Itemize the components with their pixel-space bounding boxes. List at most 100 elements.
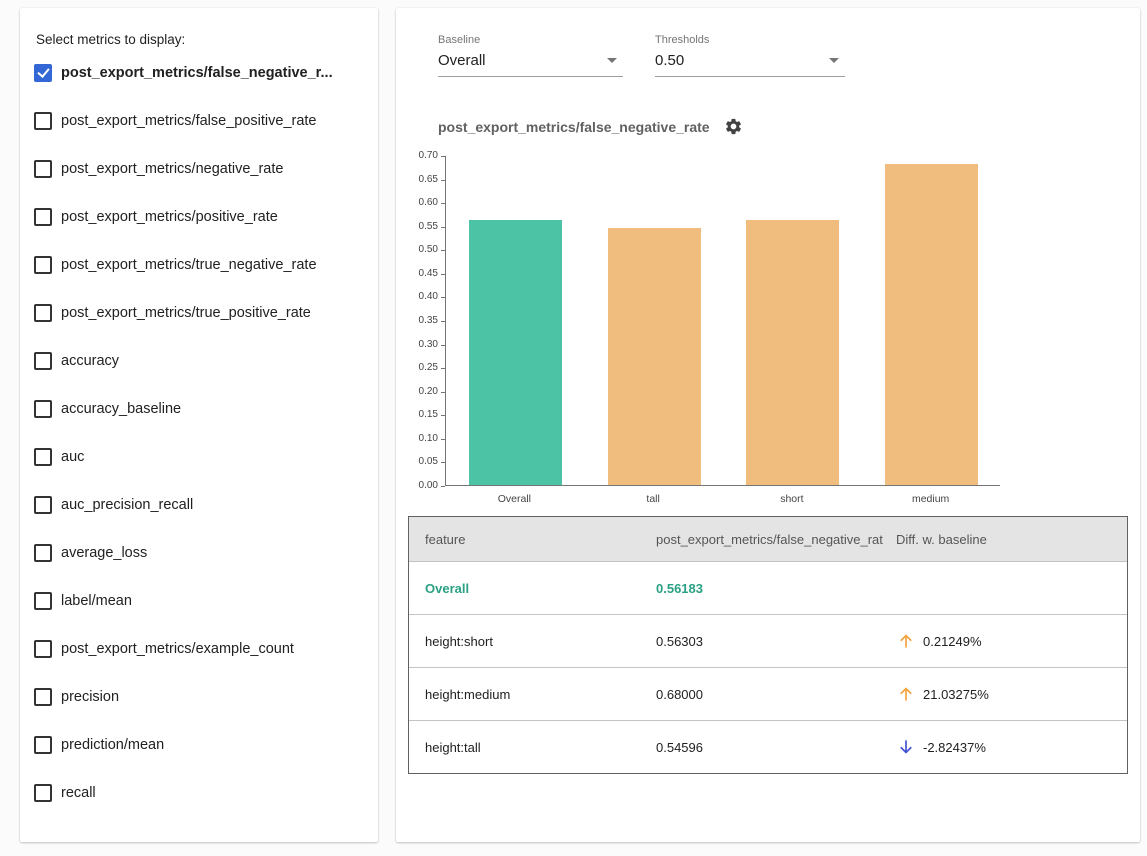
table-row: height:tall0.54596-2.82437% bbox=[409, 720, 1127, 773]
y-axis-tick-label: 0.45 bbox=[396, 268, 441, 279]
metric-checkbox-item[interactable]: accuracy_baseline bbox=[34, 385, 364, 433]
y-axis-tick-label: 0.55 bbox=[396, 221, 441, 232]
value-cell: 0.54596 bbox=[656, 740, 884, 755]
metric-label: average_loss bbox=[61, 545, 147, 561]
diff-value: -2.82437% bbox=[923, 740, 986, 755]
baseline-dropdown[interactable]: Overall bbox=[438, 52, 623, 77]
checkbox-unchecked-icon[interactable] bbox=[34, 256, 52, 274]
metric-selector-panel: Select metrics to display: post_export_m… bbox=[20, 8, 378, 842]
metric-label: precision bbox=[61, 689, 119, 705]
metric-checkbox-item[interactable]: recall bbox=[34, 769, 364, 817]
y-axis-tick-label: 0.30 bbox=[396, 339, 441, 350]
metric-label: post_export_metrics/example_count bbox=[61, 641, 294, 657]
checkbox-unchecked-icon[interactable] bbox=[34, 400, 52, 418]
metric-checkbox-item[interactable]: precision bbox=[34, 673, 364, 721]
y-axis-tick-mark bbox=[441, 250, 445, 251]
metric-checkbox-item[interactable]: accuracy bbox=[34, 337, 364, 385]
thresholds-dropdown-group: Thresholds 0.50 bbox=[655, 34, 845, 77]
metric-checkbox-item[interactable]: post_export_metrics/example_count bbox=[34, 625, 364, 673]
metric-checkbox-item[interactable]: post_export_metrics/true_negative_rate bbox=[34, 241, 364, 289]
feature-cell: Overall bbox=[409, 581, 656, 596]
x-axis-label: short bbox=[780, 493, 803, 505]
thresholds-dropdown[interactable]: 0.50 bbox=[655, 52, 845, 77]
y-axis-tick-label: 0.70 bbox=[396, 150, 441, 161]
y-axis-tick-mark bbox=[441, 486, 445, 487]
metric-checkbox-item[interactable]: prediction/mean bbox=[34, 721, 364, 769]
y-axis-tick-mark bbox=[441, 368, 445, 369]
checkbox-unchecked-icon[interactable] bbox=[34, 688, 52, 706]
feature-cell: height:medium bbox=[409, 687, 656, 702]
y-axis-tick-label: 0.65 bbox=[396, 174, 441, 185]
metric-label: accuracy bbox=[61, 353, 119, 369]
checkbox-unchecked-icon[interactable] bbox=[34, 304, 52, 322]
table-header-row: featurepost_export_metrics/false_negativ… bbox=[409, 517, 1127, 561]
chart-header: post_export_metrics/false_negative_rate bbox=[438, 117, 1140, 136]
baseline-selected-value: Overall bbox=[438, 52, 486, 69]
metric-list: post_export_metrics/false_negative_r...p… bbox=[34, 49, 364, 817]
metric-checkbox-item[interactable]: auc_precision_recall bbox=[34, 481, 364, 529]
y-axis-tick-label: 0.15 bbox=[396, 409, 441, 420]
arrow-up-icon bbox=[896, 631, 916, 651]
baseline-label: Baseline bbox=[438, 34, 623, 46]
metric-checkbox-item[interactable]: post_export_metrics/false_positive_rate bbox=[34, 97, 364, 145]
diff-cell: -2.82437% bbox=[884, 737, 1127, 757]
table-header-cell: Diff. w. baseline bbox=[884, 532, 1127, 547]
checkbox-unchecked-icon[interactable] bbox=[34, 112, 52, 130]
checkbox-checked-icon[interactable] bbox=[34, 64, 52, 82]
y-axis-tick-mark bbox=[441, 227, 445, 228]
checkbox-unchecked-icon[interactable] bbox=[34, 544, 52, 562]
arrow-up-icon bbox=[896, 684, 916, 704]
y-axis-tick-label: 0.10 bbox=[396, 433, 441, 444]
metric-label: post_export_metrics/negative_rate bbox=[61, 161, 283, 177]
checkbox-unchecked-icon[interactable] bbox=[34, 592, 52, 610]
metric-checkbox-item[interactable]: post_export_metrics/true_positive_rate bbox=[34, 289, 364, 337]
y-axis-tick-mark bbox=[441, 439, 445, 440]
checkbox-unchecked-icon[interactable] bbox=[34, 640, 52, 658]
metric-label: auc_precision_recall bbox=[61, 497, 193, 513]
metric-checkbox-item[interactable]: average_loss bbox=[34, 529, 364, 577]
diff-value: 0.21249% bbox=[923, 634, 982, 649]
y-axis-tick-mark bbox=[441, 156, 445, 157]
y-axis-tick-mark bbox=[441, 297, 445, 298]
results-panel: Baseline Overall Thresholds 0.50 post_ex… bbox=[396, 8, 1140, 842]
checkbox-unchecked-icon[interactable] bbox=[34, 208, 52, 226]
bar-short[interactable] bbox=[746, 220, 839, 485]
bar-medium[interactable] bbox=[885, 164, 978, 485]
metric-checkbox-item[interactable]: post_export_metrics/negative_rate bbox=[34, 145, 364, 193]
checkbox-unchecked-icon[interactable] bbox=[34, 784, 52, 802]
bar-tall[interactable] bbox=[608, 228, 701, 485]
chart-title: post_export_metrics/false_negative_rate bbox=[438, 119, 710, 135]
y-axis-tick-mark bbox=[441, 180, 445, 181]
y-axis-tick-label: 0.00 bbox=[396, 480, 441, 491]
metric-checkbox-item[interactable]: post_export_metrics/false_negative_r... bbox=[34, 49, 364, 97]
metric-checkbox-item[interactable]: post_export_metrics/positive_rate bbox=[34, 193, 364, 241]
y-axis-tick-label: 0.40 bbox=[396, 291, 441, 302]
controls-row: Baseline Overall Thresholds 0.50 bbox=[438, 34, 1140, 77]
diff-cell: 0.21249% bbox=[884, 631, 1127, 651]
thresholds-label: Thresholds bbox=[655, 34, 845, 46]
table-row: height:short0.563030.21249% bbox=[409, 614, 1127, 667]
checkbox-unchecked-icon[interactable] bbox=[34, 448, 52, 466]
table-header-cell: post_export_metrics/false_negative_rat..… bbox=[656, 532, 884, 547]
diff-cell: 21.03275% bbox=[884, 684, 1127, 704]
x-axis-label: tall bbox=[646, 493, 659, 505]
checkbox-unchecked-icon[interactable] bbox=[34, 352, 52, 370]
x-axis-label: Overall bbox=[498, 493, 531, 505]
chevron-down-icon bbox=[829, 58, 839, 63]
metric-label: post_export_metrics/false_negative_r... bbox=[61, 65, 333, 81]
metric-checkbox-item[interactable]: auc bbox=[34, 433, 364, 481]
table-header-cell: feature bbox=[409, 532, 656, 547]
checkbox-unchecked-icon[interactable] bbox=[34, 160, 52, 178]
settings-gear-icon[interactable] bbox=[724, 117, 743, 136]
x-axis-label: medium bbox=[912, 493, 949, 505]
y-axis-tick-mark bbox=[441, 321, 445, 322]
metric-checkbox-item[interactable]: label/mean bbox=[34, 577, 364, 625]
checkbox-unchecked-icon[interactable] bbox=[34, 496, 52, 514]
diff-value: 21.03275% bbox=[923, 687, 989, 702]
bar-overall[interactable] bbox=[469, 220, 562, 485]
y-axis-tick-mark bbox=[441, 415, 445, 416]
metric-label: post_export_metrics/positive_rate bbox=[61, 209, 278, 225]
table-row: height:medium0.6800021.03275% bbox=[409, 667, 1127, 720]
checkbox-unchecked-icon[interactable] bbox=[34, 736, 52, 754]
arrow-down-icon bbox=[896, 737, 916, 757]
